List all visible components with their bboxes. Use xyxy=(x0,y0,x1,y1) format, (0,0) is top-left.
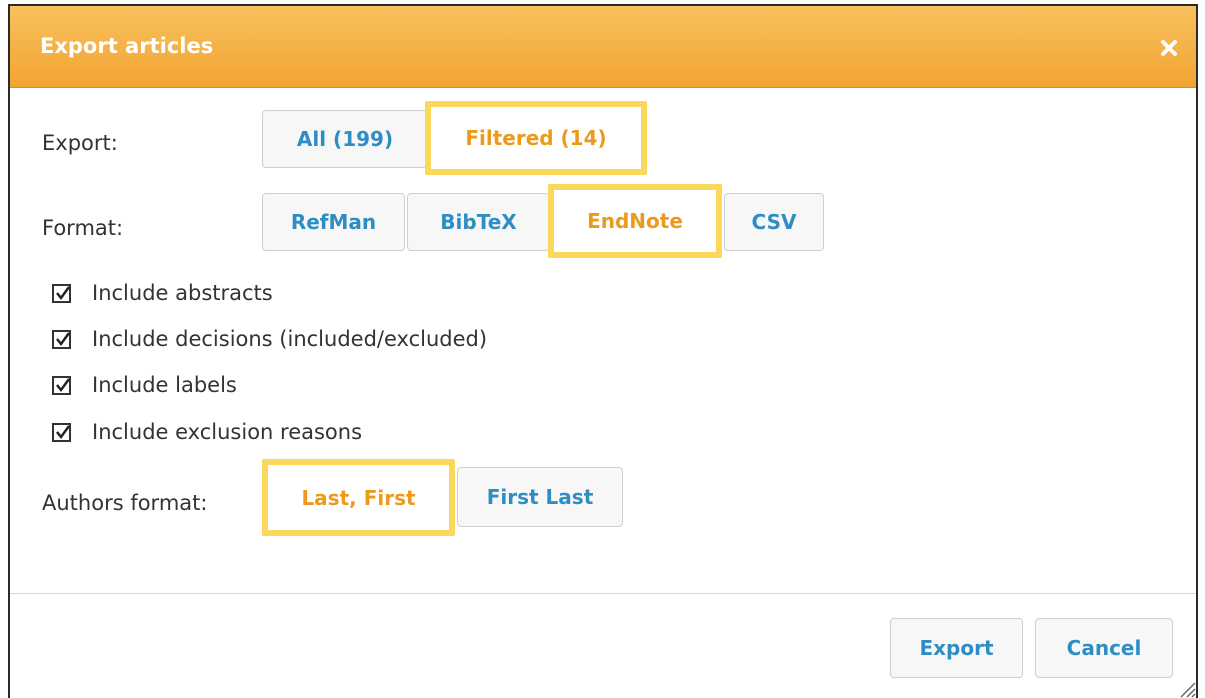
export-all-button[interactable]: All (199) xyxy=(262,110,428,168)
include-labels-option[interactable]: Include labels xyxy=(52,370,237,400)
format-bibtex-button[interactable]: BibTeX xyxy=(407,193,550,251)
export-articles-dialog: Export articles Export: All (199) Filter… xyxy=(8,4,1198,698)
include-abstracts-option[interactable]: Include abstracts xyxy=(52,278,273,308)
include-exclusion-reasons-option[interactable]: Include exclusion reasons xyxy=(52,417,362,447)
include-decisions-checkbox[interactable] xyxy=(52,329,71,349)
include-decisions-label: Include decisions (included/excluded) xyxy=(92,327,488,351)
export-button[interactable]: Export xyxy=(890,618,1023,678)
dialog-titlebar[interactable]: Export articles xyxy=(10,6,1196,88)
include-labels-checkbox[interactable] xyxy=(52,375,71,395)
format-csv-button[interactable]: CSV xyxy=(724,193,824,251)
include-decisions-option[interactable]: Include decisions (included/excluded) xyxy=(52,324,487,354)
export-filtered-button[interactable]: Filtered (14) xyxy=(425,101,647,175)
include-exclusion-reasons-checkbox[interactable] xyxy=(52,422,71,442)
format-label: Format: xyxy=(42,216,124,240)
include-labels-label: Include labels xyxy=(92,373,237,397)
footer-divider xyxy=(10,593,1196,594)
authors-format-label: Authors format: xyxy=(42,491,208,515)
include-exclusion-reasons-label: Include exclusion reasons xyxy=(92,420,363,444)
authors-last-first-button[interactable]: Last, First xyxy=(262,459,455,536)
include-abstracts-checkbox[interactable] xyxy=(52,283,71,303)
cancel-button[interactable]: Cancel xyxy=(1035,618,1173,678)
format-endnote-button[interactable]: EndNote xyxy=(548,184,722,258)
export-label: Export: xyxy=(42,131,118,155)
dialog-title: Export articles xyxy=(40,34,214,58)
authors-first-last-button[interactable]: First Last xyxy=(457,467,623,527)
resize-handle-icon[interactable] xyxy=(1174,676,1196,698)
format-refman-button[interactable]: RefMan xyxy=(262,193,405,251)
include-abstracts-label: Include abstracts xyxy=(92,281,273,305)
close-icon[interactable] xyxy=(1158,37,1180,59)
